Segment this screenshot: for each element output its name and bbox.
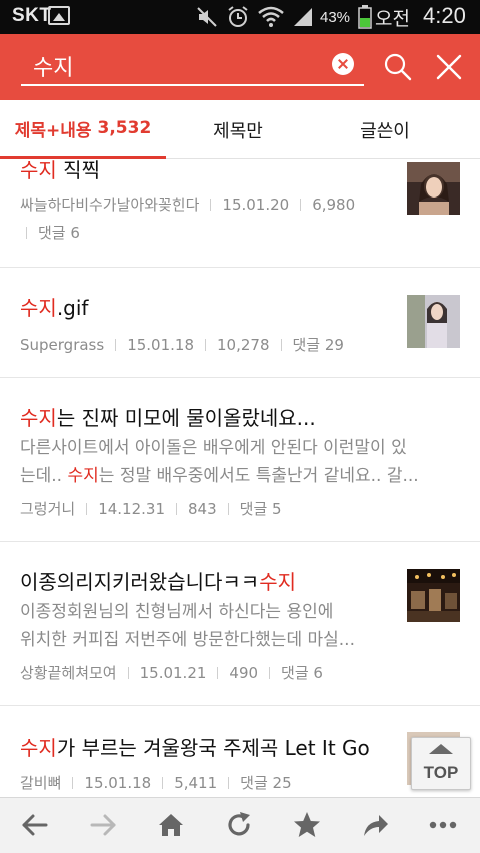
wifi-icon [258, 6, 284, 27]
signal-icon [294, 8, 312, 26]
post-author: Supergrass [20, 336, 105, 354]
status-bar: SKT 43% 오전 4:20 [0, 0, 480, 34]
tab-title-and-content[interactable]: 제목+내용 3,532 [0, 100, 166, 159]
search-query-text[interactable]: 수지 [33, 50, 73, 82]
post-comments: 댓글 6 [281, 664, 323, 682]
title-highlight: 수지 [20, 736, 57, 760]
tab-label: 글쓴이 [360, 120, 410, 142]
title-text: 가 부르는 겨울왕국 주제곡 Let It Go [56, 736, 370, 760]
post-date: 15.01.18 [127, 336, 194, 354]
search-input[interactable]: 수지 [21, 48, 364, 86]
forward-icon[interactable] [88, 810, 118, 840]
more-icon[interactable] [428, 810, 458, 840]
post-author: 싸늘하다비수가날아와꽂힌다 [20, 196, 200, 214]
post-meta: 갈비뼈 15.01.18 5,411 댓글 25 [20, 772, 292, 793]
close-icon[interactable] [435, 53, 463, 81]
tab-author[interactable]: 글쓴이 [310, 100, 460, 159]
search-scope-tabs: 제목+내용 3,532 제목만 글쓴이 [0, 100, 480, 159]
post-comments: 댓글 5 [239, 500, 282, 518]
snippet-line: 는데.. 수지는 정말 배우중에서도 특출난거 같네요.. 갈... [20, 466, 419, 486]
bookmark-star-icon[interactable] [292, 810, 322, 840]
title-highlight: 수지 [20, 296, 57, 320]
search-results-list: 수지 직찍 싸늘하다비수가날아와꽂힌다 15.01.20 6,980 댓글 6 수지… [0, 160, 480, 797]
post-title[interactable]: 수지는 진짜 미모에 물이올랐네요... [20, 402, 316, 431]
snippet-line: 위치한 커피집 저번주에 방문한다했는데 마실... [20, 630, 355, 650]
post-date: 15.01.18 [84, 774, 152, 792]
title-text: 는 진짜 미모에 물이올랐네요... [56, 406, 316, 430]
share-icon[interactable] [360, 810, 390, 840]
title-highlight: 수지 [20, 406, 57, 430]
gallery-notification-icon [48, 6, 70, 25]
post-comments: 댓글 25 [240, 774, 292, 792]
post-thumbnail[interactable] [407, 162, 460, 215]
list-item[interactable]: 수지가 부르는 겨울왕국 주제곡 Let It Go 갈비뼈 15.01.18 5,… [0, 706, 480, 797]
title-highlight: 수지 [20, 160, 57, 182]
battery-icon [358, 5, 372, 29]
post-date: 15.01.20 [222, 196, 290, 214]
post-views: 490 [229, 664, 259, 682]
title-text: 직찍 [56, 160, 100, 182]
list-item[interactable]: 수지 직찍 싸늘하다비수가날아와꽂힌다 15.01.20 6,980 댓글 6 [0, 160, 480, 268]
title-highlight: 수지 [259, 570, 297, 594]
status-icons: 43% [196, 4, 372, 30]
title-text: 이종의리지키러왔습니다ㅋㅋ [20, 570, 260, 594]
post-views: 843 [188, 500, 217, 518]
tab-label: 제목+내용 [14, 120, 92, 141]
tab-label: 제목만 [213, 120, 263, 142]
back-icon[interactable] [20, 810, 50, 840]
post-title[interactable]: 이종의리지키러왔습니다ㅋㅋ수지 [20, 566, 296, 595]
post-author: 갈비뼈 [20, 774, 62, 792]
post-title[interactable]: 수지.gif [20, 292, 88, 321]
title-text: .gif [56, 296, 89, 320]
post-thumbnail[interactable] [407, 569, 460, 622]
snippet-highlight: 수지 [67, 466, 99, 486]
result-count: 3,532 [97, 118, 152, 138]
mute-icon [197, 7, 217, 27]
alarm-icon [228, 6, 248, 27]
post-views: 6,980 [312, 196, 356, 214]
post-meta-comments: 댓글 6 [20, 222, 80, 243]
top-label: TOP [423, 763, 459, 782]
post-title[interactable]: 수지가 부르는 겨울왕국 주제곡 Let It Go [20, 732, 370, 761]
post-meta: 상황끝헤쳐모여 15.01.21 490 댓글 6 [20, 662, 323, 683]
post-meta: 싸늘하다비수가날아와꽂힌다 15.01.20 6,980 [20, 194, 355, 215]
search-header: 수지 [0, 34, 480, 100]
clock-time: 4:20 [423, 3, 466, 28]
list-item[interactable]: 이종의리지키러왔습니다ㅋㅋ수지 이종정회원님의 친형님께서 하신다는 용인에 위… [0, 542, 480, 706]
post-title[interactable]: 수지 직찍 [20, 160, 100, 183]
battery-percent: 43% [320, 8, 351, 26]
post-thumbnail[interactable] [407, 295, 460, 348]
post-snippet: 이종정회원님의 친형님께서 하신다는 용인에 위치한 커피집 저번주에 방문한다… [20, 598, 400, 654]
list-item[interactable]: 수지.gif Supergrass 15.01.18 10,278 댓글 29 [0, 268, 480, 378]
clear-icon[interactable] [332, 53, 354, 75]
post-views: 10,278 [217, 336, 270, 354]
post-date: 15.01.21 [139, 664, 207, 682]
post-comments: 댓글 29 [292, 336, 344, 354]
browser-bottom-bar [0, 797, 480, 853]
post-comments: 댓글 6 [38, 224, 80, 242]
post-meta: 그렁거니 14.12.31 843 댓글 5 [20, 498, 282, 519]
post-views: 5,411 [174, 774, 218, 792]
clock-ampm: 오전 [375, 8, 410, 30]
snippet-line: 이종정회원님의 친형님께서 하신다는 용인에 [20, 602, 334, 622]
post-meta: Supergrass 15.01.18 10,278 댓글 29 [20, 334, 344, 355]
post-author: 상황끝헤쳐모여 [20, 664, 117, 682]
snippet-line: 다른사이트에서 아이돌은 배우에게 안된다 이런말이 있 [20, 438, 407, 458]
post-snippet: 다른사이트에서 아이돌은 배우에게 안된다 이런말이 있 는데.. 수지는 정말… [20, 434, 440, 490]
search-icon[interactable] [384, 53, 412, 81]
home-icon[interactable] [156, 810, 186, 840]
refresh-icon[interactable] [224, 810, 254, 840]
post-author: 그렁거니 [20, 500, 76, 518]
carrier-label: SKT [12, 5, 52, 26]
post-date: 14.12.31 [98, 500, 165, 518]
up-arrow-icon [429, 744, 453, 754]
tab-title-only[interactable]: 제목만 [166, 100, 310, 159]
scroll-to-top-button[interactable]: TOP [411, 737, 471, 790]
list-item[interactable]: 수지는 진짜 미모에 물이올랐네요... 다른사이트에서 아이돌은 배우에게 안… [0, 378, 480, 542]
